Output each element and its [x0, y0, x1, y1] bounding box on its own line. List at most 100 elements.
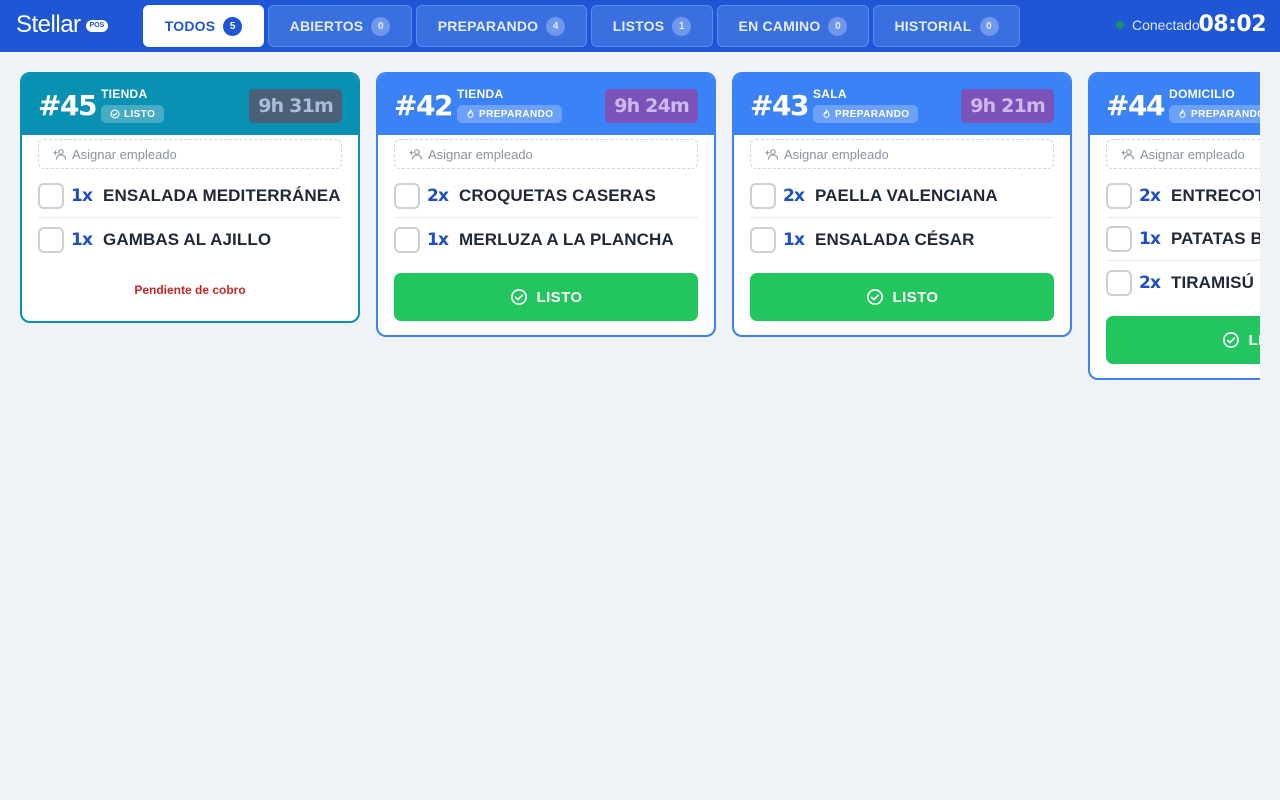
order-origin: SALA	[813, 87, 847, 101]
item-quantity: 2x	[427, 186, 449, 206]
tab-label: LISTOS	[612, 18, 665, 34]
list-item: 1x PATATAS B	[1106, 218, 1260, 261]
orders-board: #45 TIENDA LISTO 9h 31m Asignar empleado	[20, 72, 1260, 800]
flame-icon	[1178, 109, 1187, 119]
connection-label: Conectado	[1132, 17, 1200, 33]
item-checkbox[interactable]	[394, 226, 420, 253]
order-state-label: PREPARANDO	[835, 108, 910, 120]
assign-employee-button[interactable]: Asignar empleado	[38, 139, 342, 169]
tab-preparando[interactable]: PREPARANDO 4	[416, 5, 587, 47]
assign-employee-label: Asignar empleado	[784, 146, 889, 162]
item-checkbox[interactable]	[1106, 269, 1132, 296]
tab-abiertos[interactable]: ABIERTOS 0	[268, 5, 412, 47]
item-name: ENSALADA CÉSAR	[815, 229, 975, 249]
list-item: 1x ENSALADA CÉSAR	[750, 218, 1054, 261]
order-origin: DOMICILIO	[1169, 87, 1236, 101]
order-state-label: LISTO	[124, 108, 156, 120]
order-items: 2x CROQUETAS CASERAS 1x MERLUZA A LA PLA…	[394, 175, 698, 261]
item-name: PATATAS B	[1171, 229, 1260, 248]
tab-count: 4	[546, 16, 566, 36]
assign-employee-button[interactable]: Asignar empleado	[394, 139, 698, 169]
order-timer: 9h 31m	[249, 89, 342, 123]
tab-count: 0	[828, 16, 848, 36]
order-state-badge: LISTO	[101, 105, 165, 123]
connection-status: Conectado	[1116, 17, 1200, 33]
tab-label: HISTORIAL	[894, 18, 972, 34]
item-quantity: 2x	[1139, 272, 1161, 293]
list-item: 1x MERLUZA A LA PLANCHA	[394, 218, 698, 261]
add-user-icon	[1121, 148, 1135, 160]
item-name: ENTRECOT	[1171, 186, 1260, 205]
assign-employee-button[interactable]: Asignar empleado	[1106, 139, 1260, 169]
tab-listos[interactable]: LISTOS 1	[591, 5, 713, 47]
item-quantity: 1x	[71, 186, 93, 206]
order-items: 2x PAELLA VALENCIANA 1x ENSALADA CÉSAR	[750, 175, 1054, 261]
order-state-badge: PREPARANDO	[1169, 105, 1260, 123]
add-user-icon	[53, 148, 67, 160]
add-user-icon	[765, 148, 779, 160]
assign-employee-label: Asignar empleado	[1140, 146, 1245, 162]
tab-count: 1	[672, 16, 692, 36]
item-checkbox[interactable]	[394, 183, 420, 209]
tab-label: ABIERTOS	[289, 18, 364, 34]
order-timer: 9h 24m	[605, 89, 698, 123]
list-item: 2x PAELLA VALENCIANA	[750, 175, 1054, 218]
pending-payment-note: Pendiente de cobro	[134, 283, 246, 297]
assign-employee-button[interactable]: Asignar empleado	[750, 139, 1054, 169]
order-card: #44 DOMICILIO PREPARANDO Asignar emplead…	[1088, 72, 1260, 380]
order-number: #44	[1106, 89, 1165, 122]
check-circle-icon	[1222, 331, 1240, 349]
item-checkbox[interactable]	[1106, 183, 1132, 209]
item-quantity: 1x	[783, 229, 805, 250]
clock: 08:02	[1198, 12, 1266, 37]
top-bar: Stellar POS TODOS 5 ABIERTOS 0 PREPARAND…	[0, 0, 1280, 52]
order-origin: TIENDA	[457, 87, 504, 101]
item-name: CROQUETAS CASERAS	[459, 186, 656, 205]
check-circle-icon	[510, 288, 528, 306]
order-state-label: PREPARANDO	[1191, 108, 1260, 120]
order-card: #45 TIENDA LISTO 9h 31m Asignar empleado	[20, 72, 360, 323]
item-checkbox[interactable]	[750, 226, 776, 253]
tab-count: 0	[979, 16, 999, 36]
add-user-icon	[409, 148, 423, 160]
mark-ready-label: LISTO	[536, 288, 583, 306]
tab-label: EN CAMINO	[738, 18, 821, 34]
item-name: GAMBAS AL AJILLO	[103, 229, 272, 249]
brand-name: Stellar	[16, 11, 81, 38]
item-name: PAELLA VALENCIANA	[815, 186, 998, 205]
mark-ready-button[interactable]: LISTO	[1106, 316, 1260, 364]
list-item: 1x GAMBAS AL AJILLO	[38, 218, 342, 261]
tab-todos[interactable]: TODOS 5	[143, 5, 264, 47]
order-items: 1x ENSALADA MEDITERRÁNEA 1x GAMBAS AL AJ…	[38, 175, 342, 261]
item-quantity: 2x	[1139, 186, 1161, 206]
list-item: 2x CROQUETAS CASERAS	[394, 175, 698, 218]
item-quantity: 1x	[71, 229, 93, 250]
brand-badge: POS	[85, 20, 109, 32]
tab-historial[interactable]: HISTORIAL 0	[873, 5, 1020, 47]
item-name: ENSALADA MEDITERRÁNEA	[103, 186, 341, 205]
item-checkbox[interactable]	[750, 183, 776, 209]
order-state-label: PREPARANDO	[479, 108, 554, 120]
order-number: #42	[394, 89, 453, 122]
order-header: #42 TIENDA PREPARANDO 9h 24m	[378, 74, 714, 135]
order-card: #42 TIENDA PREPARANDO 9h 24m Asignar emp…	[376, 72, 716, 337]
order-number: #45	[38, 89, 97, 122]
item-checkbox[interactable]	[1106, 226, 1132, 252]
item-checkbox[interactable]	[38, 226, 64, 253]
mark-ready-button[interactable]: LISTO	[394, 273, 698, 321]
mark-ready-label: LISTO	[892, 288, 939, 306]
mark-ready-button[interactable]: LISTO	[750, 273, 1054, 321]
item-quantity: 1x	[1139, 229, 1161, 249]
tab-label: TODOS	[164, 18, 216, 34]
order-header: #44 DOMICILIO PREPARANDO	[1090, 74, 1260, 135]
order-timer: 9h 21m	[961, 89, 1054, 123]
order-items: 2x ENTRECOT 1x PATATAS B 2x TIRAMISÚ	[1106, 175, 1260, 304]
tab-count: 5	[223, 16, 243, 36]
list-item: 2x TIRAMISÚ	[1106, 261, 1260, 304]
tab-en-camino[interactable]: EN CAMINO 0	[717, 5, 869, 47]
tab-count: 0	[371, 16, 391, 36]
item-checkbox[interactable]	[38, 183, 64, 209]
brand-logo: Stellar POS	[16, 11, 109, 39]
order-origin: TIENDA	[101, 87, 148, 101]
item-quantity: 2x	[783, 186, 805, 206]
